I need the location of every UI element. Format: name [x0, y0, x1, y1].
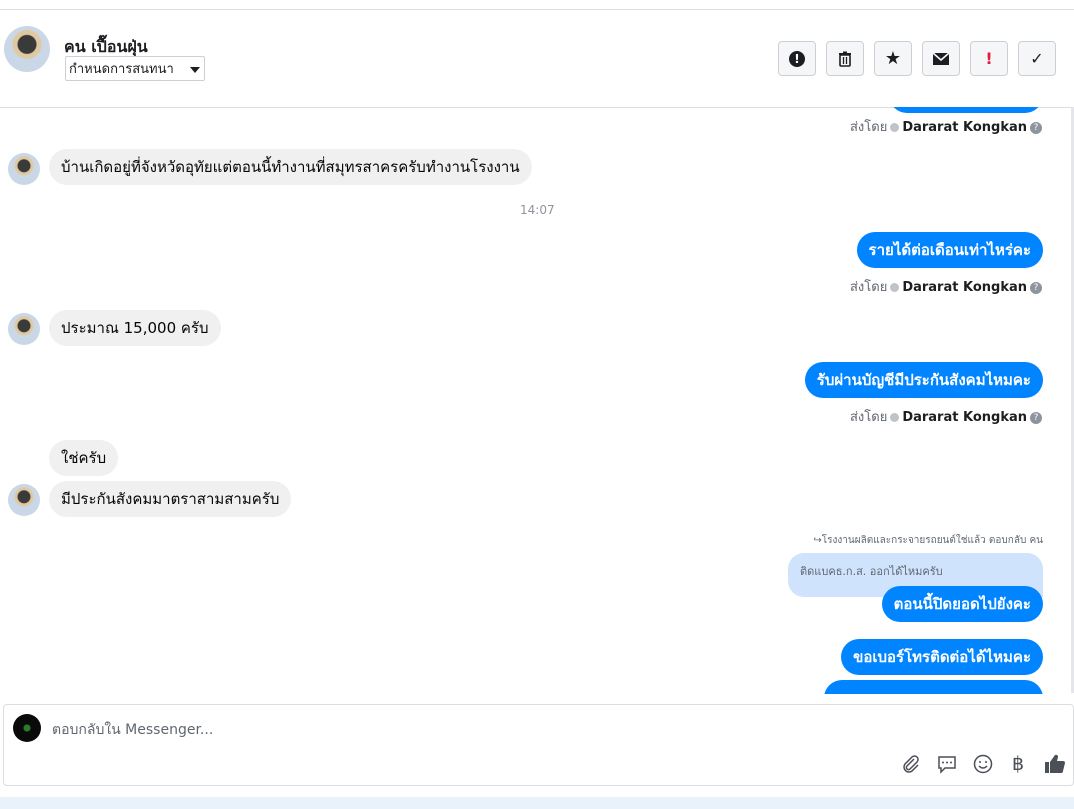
- envelope-icon: [932, 51, 950, 65]
- star-icon: ★: [884, 48, 902, 69]
- sent-by-label: ส่งโดย Dararat Kongkan?: [850, 116, 1042, 137]
- message-bubble-outgoing[interactable]: รายได้ต่อเดือนเท่าไหร่คะ: [856, 232, 1043, 268]
- delete-button[interactable]: [826, 41, 864, 76]
- star-button[interactable]: ★: [874, 41, 912, 76]
- important-icon: !: [985, 49, 993, 68]
- spam-icon: !: [789, 50, 805, 67]
- verified-icon: [890, 413, 900, 422]
- message-bubble-outgoing[interactable]: ขอเบอร์โทรติดต่อได้ไหมคะ: [841, 639, 1043, 675]
- message-bubble-outgoing[interactable]: [889, 107, 1043, 113]
- message-bubble-outgoing[interactable]: ตอนนี้ปิดยอดไปยังคะ: [881, 586, 1043, 622]
- message-thread[interactable]: ส่งโดย Dararat Kongkan? บ้านเกิดอยู่ที่จั…: [0, 107, 1070, 694]
- sent-by-label: ส่งโดย Dararat Kongkan?: [850, 406, 1042, 427]
- like-icon[interactable]: [1043, 752, 1067, 776]
- help-icon[interactable]: ?: [1030, 411, 1042, 424]
- help-icon[interactable]: ?: [1030, 121, 1042, 134]
- reply-composer[interactable]: ตอบกลับใน Messenger... ฿: [3, 704, 1074, 786]
- mark-unread-button[interactable]: [922, 41, 960, 76]
- contact-avatar[interactable]: [4, 26, 50, 72]
- reply-input[interactable]: ตอบกลับใน Messenger...: [52, 719, 213, 741]
- reply-icon: ↪: [813, 535, 822, 546]
- paperclip-icon[interactable]: [899, 752, 923, 776]
- verified-icon: [890, 283, 900, 292]
- trash-icon: [839, 51, 851, 67]
- conversation-header: คน เปื๊อนฝุ่น กำหนดการสนทนา ! ★ ! ✓: [0, 10, 1074, 108]
- caret-down-icon: [190, 67, 200, 73]
- message-bubble-incoming[interactable]: มีประกันสังคมมาตราสามสามครับ: [49, 481, 292, 517]
- message-bubble-incoming[interactable]: ใช่ครับ: [49, 440, 119, 476]
- message-bubble-outgoing[interactable]: รับผ่านบัญชีมีประกันสังคมไหมคะ: [804, 362, 1043, 398]
- checkmark-icon: ✓: [1030, 49, 1044, 68]
- conversation-action-dropdown[interactable]: กำหนดการสนทนา: [65, 56, 205, 81]
- page-avatar: [13, 714, 41, 742]
- saved-reply-icon[interactable]: [935, 752, 959, 776]
- mark-important-button[interactable]: !: [970, 41, 1008, 76]
- reply-context-note: ↪โรงงานผลิตและกระจายรถยนต์ใช่แล้ว ตอบกลั…: [813, 535, 1043, 546]
- verified-icon: [890, 123, 900, 132]
- bottom-bar: [0, 797, 1074, 809]
- contact-avatar-small[interactable]: [8, 153, 40, 185]
- help-icon[interactable]: ?: [1030, 281, 1042, 294]
- message-bubble-incoming[interactable]: บ้านเกิดอยู่ที่จังหวัดอุทัยแต่ตอนนี้ทำงา…: [49, 149, 532, 185]
- baht-icon[interactable]: ฿: [1006, 752, 1030, 776]
- emoji-icon[interactable]: [971, 752, 995, 776]
- sent-by-label: ส่งโดย Dararat Kongkan?: [850, 276, 1042, 297]
- message-timestamp: 14:07: [520, 203, 555, 217]
- mark-spam-button[interactable]: !: [778, 41, 816, 76]
- dropdown-label: กำหนดการสนทนา: [69, 62, 174, 77]
- contact-avatar-small[interactable]: [8, 313, 40, 345]
- contact-avatar-small[interactable]: [8, 484, 40, 516]
- mark-done-button[interactable]: ✓: [1018, 41, 1056, 76]
- message-bubble-incoming[interactable]: ประมาณ 15,000 ครับ: [49, 310, 221, 346]
- message-bubble-outgoing-partial[interactable]: [824, 680, 1043, 694]
